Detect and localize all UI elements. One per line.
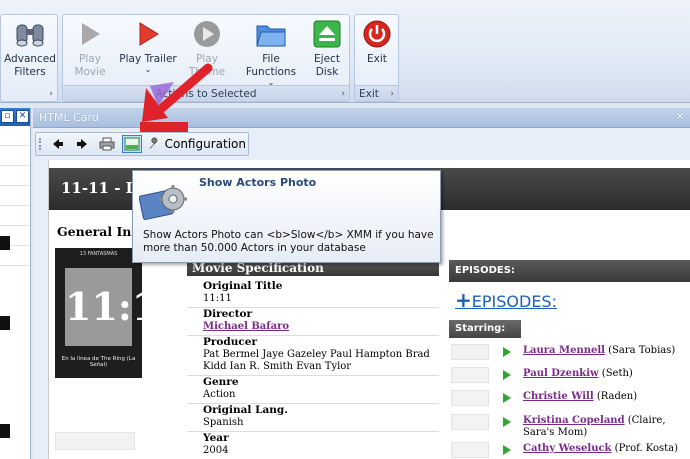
play-icon[interactable] <box>503 445 511 455</box>
advanced-filters-button[interactable]: Advanced Filters <box>3 17 57 85</box>
play-movie-label: Play Movie <box>74 53 106 78</box>
plus-icon: + <box>455 288 472 312</box>
play-movie-icon <box>73 17 107 51</box>
year-label: Year <box>203 432 229 444</box>
pin-icon[interactable]: ▫ <box>1 110 14 123</box>
list-item[interactable] <box>0 206 30 226</box>
left-panel: ▫ ✕ <box>0 108 31 459</box>
director-label: Director <box>203 308 253 320</box>
list-thumbnail <box>0 236 10 250</box>
movie-spec-table: Original Title 11:11 Director Michael Ba… <box>187 278 439 458</box>
actor-link[interactable]: Laura Mennell <box>523 345 605 356</box>
list-item[interactable] <box>0 186 30 206</box>
play-icon[interactable] <box>503 370 511 380</box>
gear-icon <box>138 181 189 226</box>
actor-role: (Prof. Kosta) <box>611 443 679 454</box>
table-row: Laura Mennell (Sara Tobias) <box>449 342 690 362</box>
original-lang-label: Original Lang. <box>203 404 288 416</box>
episodes-header: EPISODES: <box>449 260 690 282</box>
original-title-label: Original Title <box>203 280 283 292</box>
list-item[interactable] <box>0 126 30 146</box>
launcher-icon[interactable]: › <box>390 89 394 99</box>
actor-link[interactable]: Christie Will <box>523 391 594 402</box>
exit-label: Exit <box>367 53 387 65</box>
toolbar-grip[interactable] <box>39 138 43 150</box>
eject-icon <box>310 17 344 51</box>
play-icon[interactable] <box>503 417 511 427</box>
actor-link[interactable]: Paul Dzenkiw <box>523 368 599 379</box>
exit-button[interactable]: Exit <box>357 17 397 85</box>
list-item[interactable] <box>0 146 30 166</box>
table-row: Cathy Weseluck (Prof. Kosta) <box>449 440 690 459</box>
list-item[interactable] <box>0 166 30 186</box>
play-trailer-icon <box>131 17 165 51</box>
arrow-left-icon <box>53 139 63 149</box>
producer-label: Producer <box>203 336 258 348</box>
actor-photo-cell <box>451 344 489 360</box>
list-thumbnail <box>0 424 10 438</box>
actor-role: (Seth) <box>598 368 633 379</box>
folder-icon <box>254 17 288 51</box>
exit-group: Exit Exit › <box>354 14 399 102</box>
binoculars-icon <box>13 17 47 51</box>
actor-role: (Sara Tobias) <box>604 345 676 356</box>
play-theme-icon <box>190 17 224 51</box>
actor-photo-cell <box>451 414 489 430</box>
left-panel-header: ▫ ✕ <box>0 108 30 126</box>
original-lang-value: Spanish <box>203 417 244 428</box>
file-functions-label: File Functions <box>245 53 297 78</box>
actor-photo-cell <box>451 367 489 383</box>
poster-title: 11:11 <box>65 268 142 346</box>
play-movie-button[interactable]: Play Movie <box>63 17 117 85</box>
play-icon[interactable] <box>503 347 511 357</box>
table-row: Christie Will (Raden) <box>449 388 690 408</box>
close-icon[interactable]: ✕ <box>16 110 29 123</box>
genre-label: Genre <box>203 376 239 388</box>
back-button[interactable] <box>50 135 66 153</box>
episodes-link[interactable]: +EPISODES: <box>455 288 557 312</box>
forward-button[interactable] <box>74 135 90 153</box>
close-icon[interactable]: ✕ <box>674 111 686 123</box>
actor-role: (Raden) <box>593 391 638 402</box>
genre-value: Action <box>203 389 236 400</box>
table-row: Kristina Copeland (Claire, Sara's Mom) <box>449 412 690 438</box>
episodes-link-text: EPISODES: <box>471 292 557 311</box>
director-link[interactable]: Michael Bafaro <box>203 321 433 333</box>
actor-link[interactable]: Cathy Weseluck <box>523 443 611 454</box>
poster-tagline: En la línea de The Ring (La Señal) <box>61 356 136 368</box>
movie-title: 11-11 - L <box>61 179 137 197</box>
actor-photo-cell <box>451 390 489 406</box>
producer-value: Pat Bermel Jaye Gazeley Paul Hampton Bra… <box>203 349 430 372</box>
list-thumbnail <box>0 316 10 330</box>
play-icon[interactable] <box>503 393 511 403</box>
movie-poster[interactable]: 13 FANTASMAS 11:11 En la línea de The Ri… <box>55 248 142 378</box>
tooltip-body: Show Actors Photo can <b>Slow</b> XMM if… <box>143 229 434 254</box>
eject-disk-button[interactable]: Eject Disk <box>307 17 347 85</box>
launcher-icon[interactable]: › <box>341 89 345 99</box>
ribbon: Advanced Filters › Play Movie Play Trail… <box>0 0 690 103</box>
html-card-panel: HTML Card ✕ Configuration 11-11 - L Gene… <box>33 108 690 459</box>
printer-icon <box>99 137 115 151</box>
actor-link[interactable]: Kristina Copeland <box>523 415 625 426</box>
launcher-icon[interactable]: › <box>49 89 53 99</box>
html-card-title-text: HTML Card <box>39 111 99 124</box>
original-title-value: 11:11 <box>203 293 232 304</box>
power-icon <box>360 17 394 51</box>
actor-photo-cell <box>451 442 489 458</box>
eject-disk-label: Eject Disk <box>314 53 340 78</box>
print-button[interactable] <box>98 135 116 153</box>
advanced-filters-label: Advanced Filters <box>4 53 56 78</box>
filter-group: Advanced Filters › <box>0 14 58 102</box>
starring-header: Starring: <box>449 320 521 338</box>
show-actors-photo-tooltip: Show Actors Photo Show Actors Photo can … <box>132 170 441 263</box>
year-value: 2004 <box>203 445 229 456</box>
pointer-arrow-icon <box>128 60 218 143</box>
table-row: Paul Dzenkiw (Seth) <box>449 365 690 385</box>
tooltip-title: Show Actors Photo <box>199 176 317 189</box>
file-functions-button[interactable]: File Functions ⌄ <box>237 17 305 87</box>
poster-caption-box <box>55 432 135 450</box>
poster-top-text: 13 FANTASMAS <box>79 251 118 257</box>
arrow-right-icon <box>77 139 87 149</box>
